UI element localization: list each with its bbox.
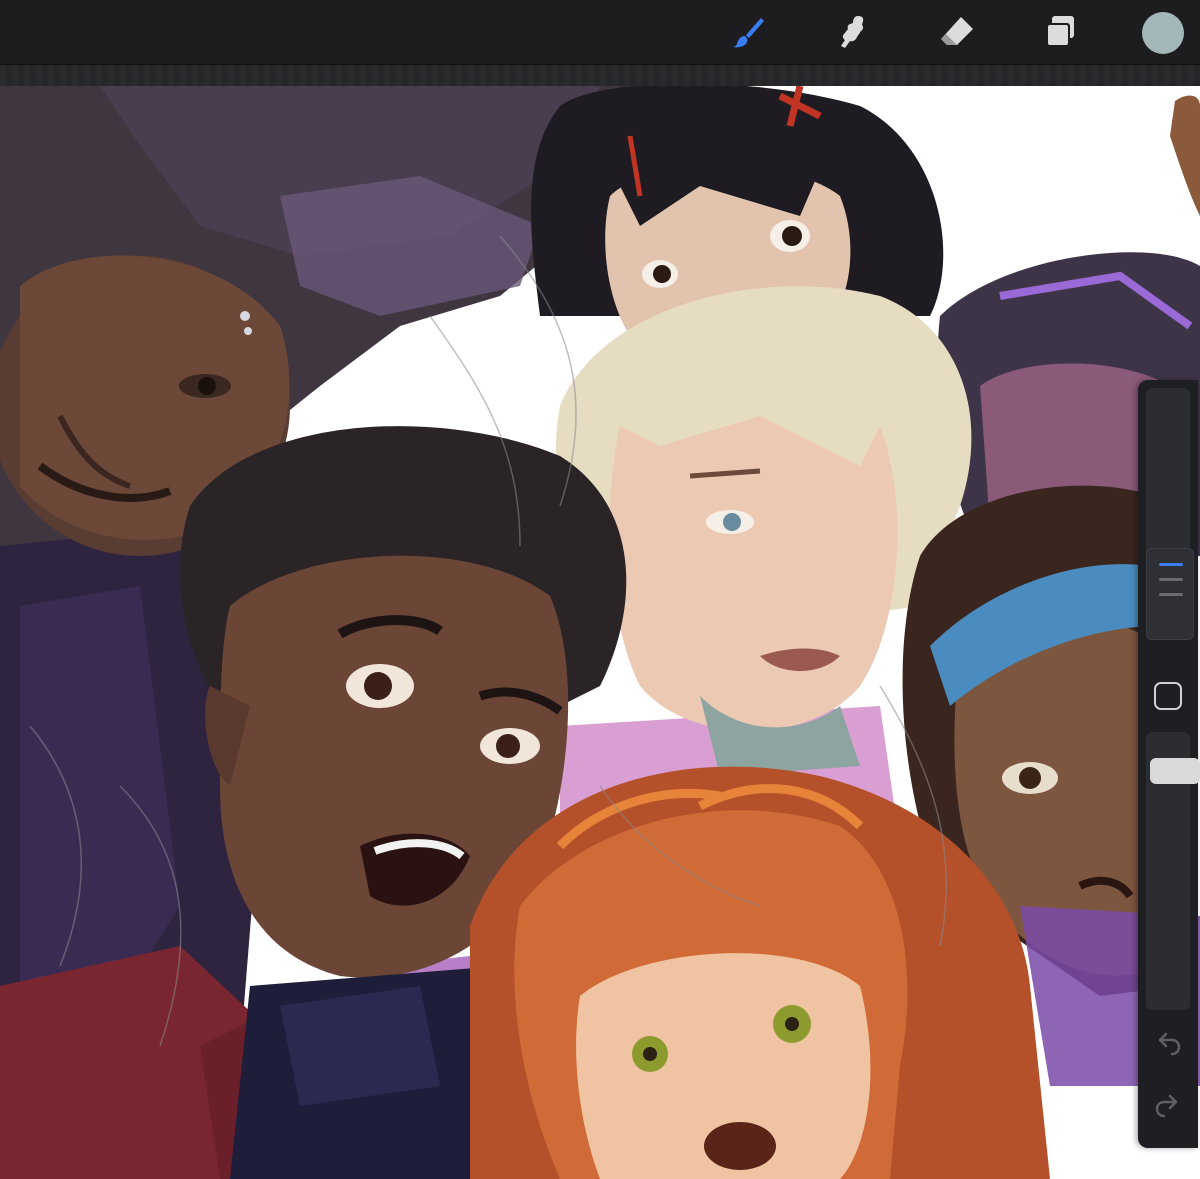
smudge-tool-button[interactable] (830, 10, 874, 54)
size-indicator-active (1159, 563, 1183, 566)
size-indicator (1159, 578, 1183, 581)
size-indicator (1159, 593, 1183, 596)
redo-button[interactable] (1152, 1090, 1184, 1122)
color-picker-button[interactable] (1142, 12, 1184, 54)
toolbar-divider (0, 64, 1200, 88)
brush-tool-button[interactable] (726, 10, 770, 54)
painting-artwork (0, 86, 1200, 1179)
brush-opacity-handle[interactable] (1150, 758, 1200, 784)
eraser-icon (941, 17, 973, 45)
layers-icon (1046, 16, 1074, 47)
redo-arrow-icon (1155, 1094, 1178, 1118)
modify-square-button[interactable] (1154, 682, 1182, 710)
drawing-canvas[interactable] (0, 86, 1200, 1179)
smudge-icon (841, 16, 864, 48)
layers-tool-button[interactable] (1038, 10, 1082, 54)
brush-icon (733, 18, 764, 48)
brush-opacity-slider[interactable] (1146, 732, 1200, 1010)
brush-sidebar (1138, 380, 1200, 1148)
undo-arrow-icon (1158, 1032, 1181, 1056)
brush-size-handle[interactable] (1146, 548, 1194, 640)
top-toolbar (0, 0, 1200, 64)
eraser-tool-button[interactable] (935, 10, 979, 54)
undo-button[interactable] (1152, 1028, 1184, 1060)
brush-size-slider[interactable] (1146, 388, 1194, 640)
